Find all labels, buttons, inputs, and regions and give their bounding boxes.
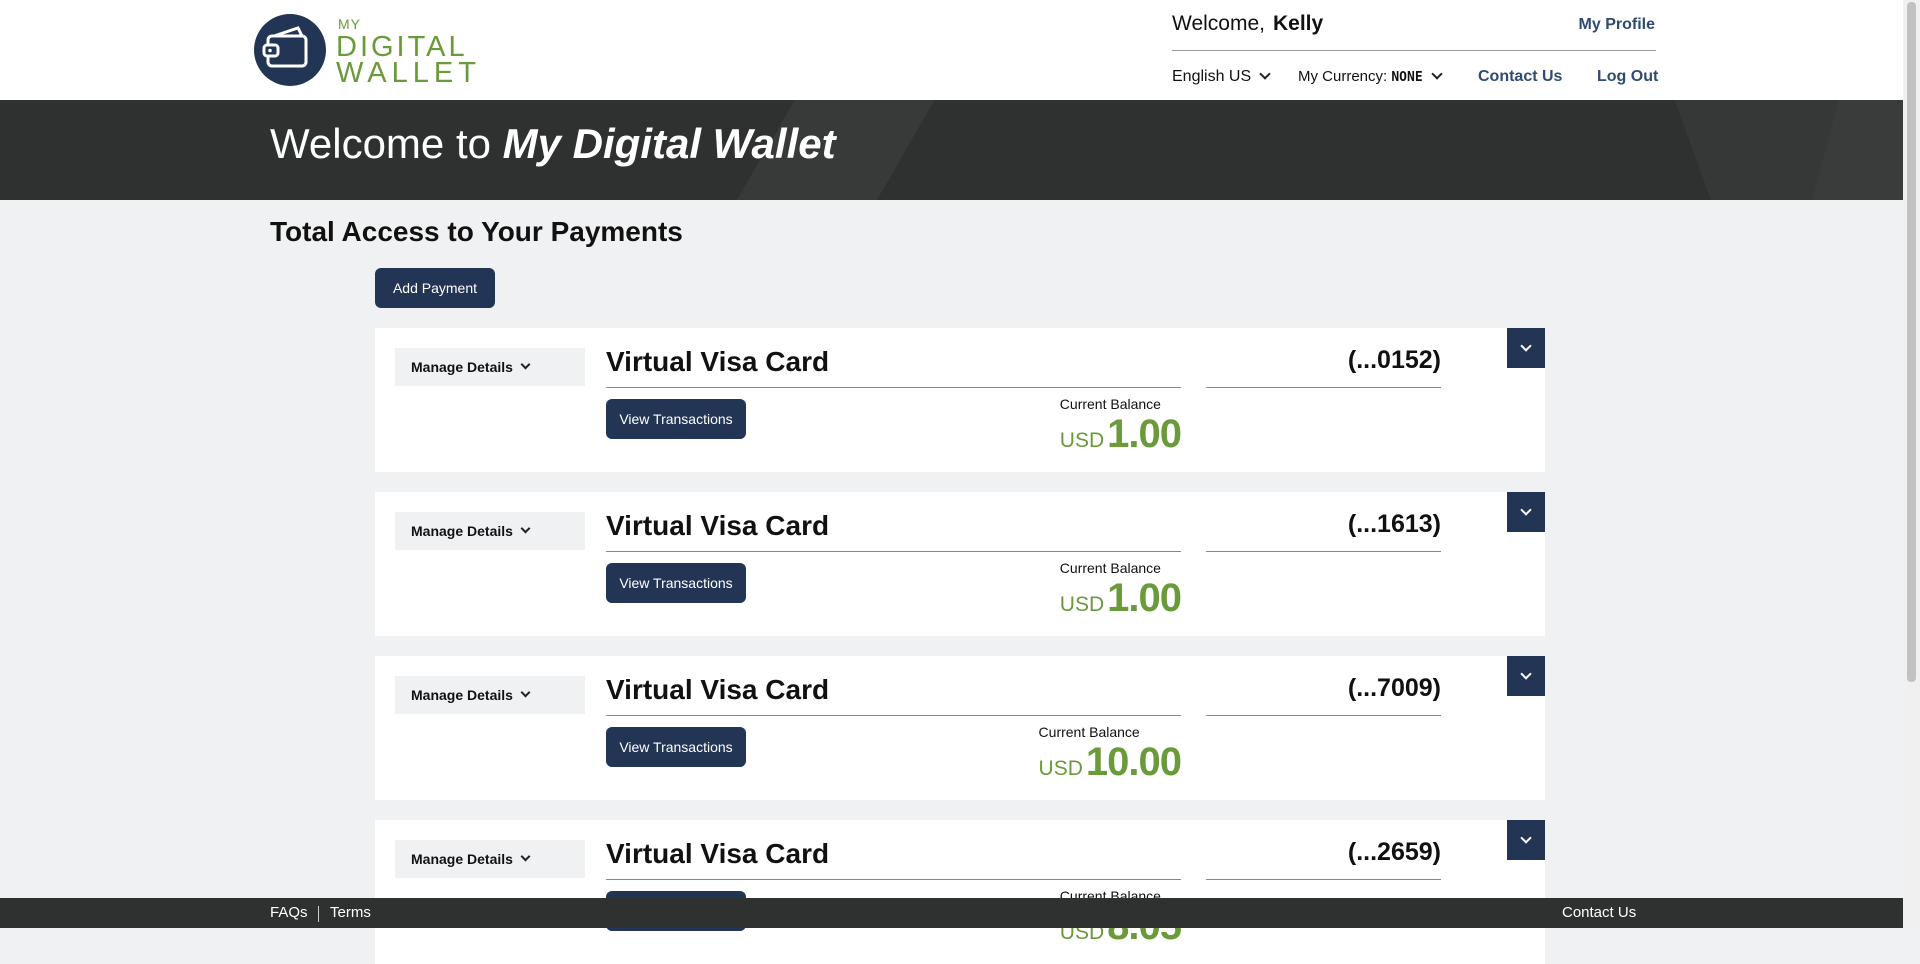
faqs-link[interactable]: FAQs (270, 904, 308, 921)
chevron-down-icon (520, 687, 531, 697)
banner-title-brand: My Digital Wallet (502, 120, 836, 167)
card-name: Virtual Visa Card (606, 838, 830, 869)
divider (1206, 879, 1441, 880)
contact-us-link[interactable]: Contact Us (1478, 68, 1562, 86)
chevron-down-icon (1520, 340, 1532, 352)
payment-card: Manage Details Virtual Visa Card (...015… (375, 328, 1545, 472)
chevron-down-icon (1520, 668, 1532, 680)
manage-details-label: Manage Details (411, 851, 513, 867)
page-title: Total Access to Your Payments (270, 216, 683, 247)
logo-text-wallet: WALLET (336, 57, 481, 89)
site-footer: FAQs Terms Contact Us (0, 898, 1903, 928)
logo-text-my: MY (338, 16, 361, 32)
balance-label: Current Balance (1059, 396, 1161, 412)
balance-currency: USD (1059, 593, 1105, 616)
manage-details-dropdown[interactable]: Manage Details (395, 676, 585, 714)
card-name: Virtual Visa Card (606, 510, 830, 541)
divider (606, 879, 1181, 880)
welcome-message: Welcome, Kelly (1172, 12, 1323, 36)
divider (318, 906, 319, 922)
manage-details-label: Manage Details (411, 359, 513, 375)
divider (1206, 387, 1441, 388)
expand-card-button[interactable] (1507, 328, 1545, 368)
payment-card: Manage Details Virtual Visa Card (...161… (375, 492, 1545, 636)
payment-card: Manage Details Virtual Visa Card (...700… (375, 656, 1545, 800)
chevron-down-icon (520, 359, 531, 369)
balance-amount: 10.00 (1085, 740, 1182, 784)
divider (606, 715, 1181, 716)
divider (606, 387, 1181, 388)
balance-amount: 1.00 (1107, 576, 1182, 620)
divider (1206, 715, 1441, 716)
balance-currency: USD (1038, 757, 1083, 780)
manage-details-label: Manage Details (411, 687, 513, 703)
card-name: Virtual Visa Card (606, 674, 830, 705)
card-number: (...7009) (1347, 674, 1441, 702)
header-divider (1172, 50, 1656, 51)
view-transactions-button[interactable]: View Transactions (606, 563, 746, 603)
welcome-banner: Welcome to My Digital Wallet (0, 100, 1903, 200)
expand-card-button[interactable] (1507, 656, 1545, 696)
balance-currency: USD (1059, 429, 1105, 452)
currency-value: NONE (1391, 70, 1423, 85)
divider (1206, 551, 1441, 552)
vertical-scrollbar[interactable] (1903, 0, 1920, 928)
add-payment-button[interactable]: Add Payment (375, 268, 495, 308)
view-transactions-button[interactable]: View Transactions (606, 727, 746, 767)
manage-details-dropdown[interactable]: Manage Details (395, 348, 585, 386)
balance-label: Current Balance (1059, 560, 1161, 576)
expand-card-button[interactable] (1507, 820, 1545, 860)
chevron-down-icon (1520, 832, 1532, 844)
chevron-down-icon (520, 523, 531, 533)
welcome-label: Welcome, (1172, 12, 1265, 35)
card-number: (...0152) (1347, 346, 1441, 374)
user-name: Kelly (1272, 12, 1324, 35)
terms-link[interactable]: Terms (330, 904, 371, 921)
view-transactions-button[interactable]: View Transactions (606, 399, 746, 439)
my-profile-link[interactable]: My Profile (1579, 16, 1655, 34)
card-number: (...1613) (1347, 510, 1441, 538)
scrollbar-thumb[interactable] (1907, 2, 1916, 682)
chevron-down-icon (520, 851, 531, 861)
language-label: English US (1172, 68, 1252, 85)
footer-contact-us-link[interactable]: Contact Us (1562, 904, 1636, 921)
site-header: MY DIGITAL WALLET Welcome, Kelly My Profi… (0, 0, 1903, 100)
current-balance: Current Balance USD10.00 (1038, 724, 1182, 785)
balance-label: Current Balance (1038, 724, 1140, 740)
brand-logo[interactable]: MY DIGITAL WALLET (254, 14, 476, 88)
currency-label: My Currency: (1298, 68, 1388, 85)
manage-details-label: Manage Details (411, 523, 513, 539)
chevron-down-icon (1259, 68, 1271, 80)
current-balance: Current Balance USD1.00 (1059, 396, 1182, 457)
banner-title: Welcome to My Digital Wallet (270, 120, 836, 168)
currency-dropdown[interactable]: My Currency: NONE (1298, 68, 1443, 85)
language-dropdown[interactable]: English US (1172, 68, 1271, 86)
log-out-link[interactable]: Log Out (1597, 68, 1658, 86)
current-balance: Current Balance USD1.00 (1059, 560, 1182, 621)
card-name: Virtual Visa Card (606, 346, 830, 377)
card-number: (...2659) (1347, 838, 1441, 866)
chevron-down-icon (1431, 68, 1443, 80)
wallet-icon (254, 14, 326, 86)
payment-card: Manage Details Virtual Visa Card (...265… (375, 820, 1545, 964)
banner-title-prefix: Welcome to (270, 120, 491, 167)
manage-details-dropdown[interactable]: Manage Details (395, 512, 585, 550)
balance-amount: 1.00 (1107, 412, 1182, 456)
expand-card-button[interactable] (1507, 492, 1545, 532)
chevron-down-icon (1520, 504, 1532, 516)
divider (606, 551, 1181, 552)
manage-details-dropdown[interactable]: Manage Details (395, 840, 585, 878)
